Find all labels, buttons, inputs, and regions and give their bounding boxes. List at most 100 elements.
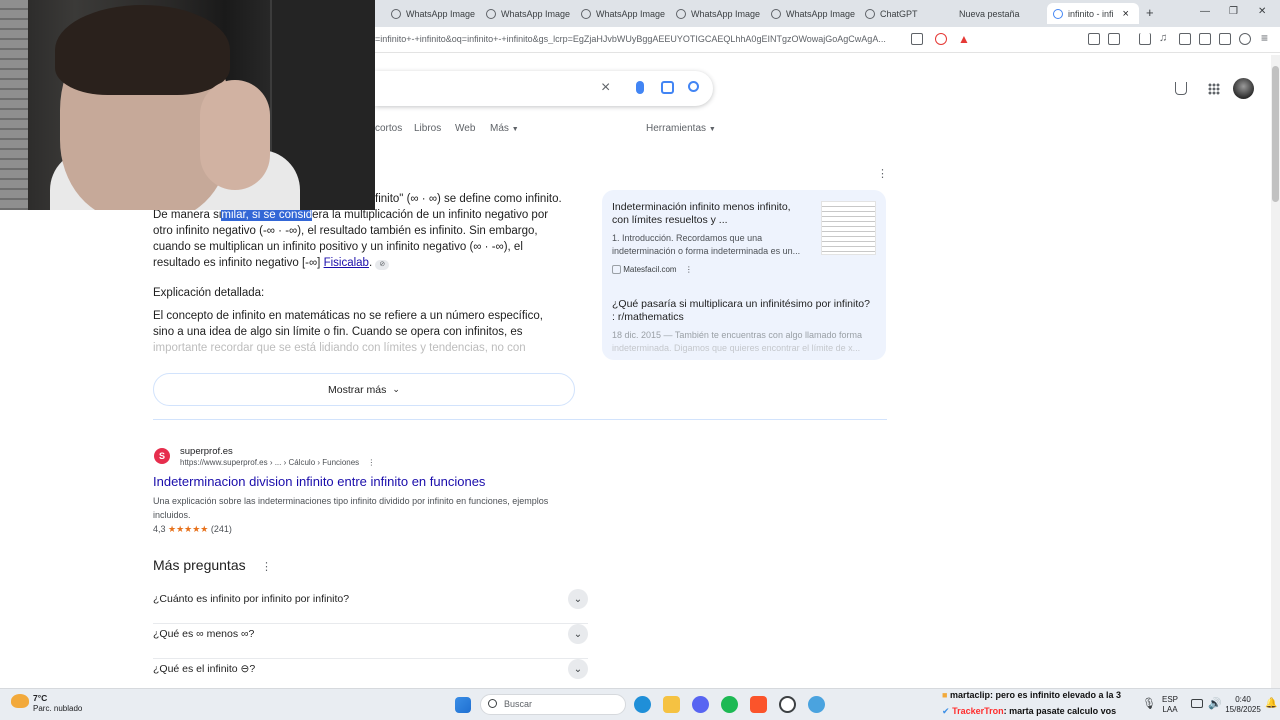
monitor-icon[interactable] <box>1191 699 1203 708</box>
chevron-down-icon[interactable]: ⌄ <box>568 589 588 609</box>
clock-date: 15/8/2025 <box>1225 705 1261 714</box>
tools-button[interactable]: Herramientas ▼ <box>646 123 716 134</box>
chevron-down-icon[interactable]: ⌄ <box>568 624 588 644</box>
brave-shield-icon[interactable] <box>935 33 947 45</box>
volume-icon[interactable]: 🔊 <box>1208 697 1222 710</box>
text-segment: De manera si <box>153 209 222 221</box>
lang-primary: ESP <box>1162 695 1179 704</box>
more-questions-heading: Más preguntas <box>153 557 246 573</box>
chevron-down-icon: ⌄ <box>392 384 400 394</box>
brave-rewards-icon[interactable]: ▲ <box>958 32 970 46</box>
result-breadcrumb[interactable]: https://www.superprof.es › ... › Cálculo… <box>180 458 375 467</box>
nav-videos-cortos[interactable]: cortos <box>375 123 402 134</box>
tab-label: infinito - infi <box>1068 8 1114 19</box>
notification-bell-icon[interactable]: 🔔 <box>1265 698 1277 709</box>
question-text: ¿Qué es el infinito ⊖? <box>153 663 256 675</box>
more-options-icon[interactable]: ⋮ <box>685 265 693 274</box>
menu-icon[interactable]: ≡ <box>1261 31 1268 45</box>
show-more-label: Mostrar más <box>328 383 387 396</box>
tab-new[interactable]: Nueva pestaña <box>953 3 1045 24</box>
shield-icon[interactable] <box>1239 33 1251 45</box>
person-hand <box>200 80 270 190</box>
more-options-icon[interactable]: ⋮ <box>367 458 375 467</box>
minimize-icon[interactable]: — <box>1200 6 1210 17</box>
weather-temp[interactable]: 7°C <box>33 693 47 703</box>
restore-icon[interactable]: ❐ <box>1229 6 1238 17</box>
nav-libros[interactable]: Libros <box>414 123 441 134</box>
edge-icon[interactable] <box>634 696 651 713</box>
screenshot-icon[interactable] <box>1108 33 1120 45</box>
show-more-button[interactable]: Mostrar más ⌄ <box>153 373 575 406</box>
chrome-icon[interactable] <box>779 696 796 713</box>
wallet-icon[interactable] <box>1199 33 1211 45</box>
globe-icon <box>771 8 781 19</box>
source-card-2[interactable]: ¿Qué pasaría si multiplicara un infinité… <box>612 298 882 355</box>
search-icon <box>488 699 497 708</box>
microphone-icon[interactable] <box>636 81 644 94</box>
tab-whatsapp-2[interactable]: WhatsApp Image <box>480 3 572 24</box>
vpn-icon[interactable] <box>1219 33 1231 45</box>
result-title-link[interactable]: Indeterminacion division infinito entre … <box>153 474 485 489</box>
network-app-icon[interactable] <box>808 696 825 713</box>
taskbar-search-input[interactable]: Buscar <box>480 694 626 715</box>
detail-line3-faded: importante recordar que se está lidiando… <box>153 342 526 354</box>
share-icon[interactable] <box>911 33 923 45</box>
avatar[interactable] <box>1233 78 1254 99</box>
lang-secondary: LAA <box>1162 705 1178 714</box>
lens-icon[interactable] <box>661 81 674 94</box>
scrollbar-thumb[interactable] <box>1272 66 1279 202</box>
download-icon[interactable] <box>1139 33 1151 45</box>
weather-icon[interactable] <box>11 694 29 708</box>
clock-time: 0:40 <box>1235 695 1251 704</box>
wall-texture <box>0 0 28 210</box>
microphone-icon[interactable]: 🎙 <box>1142 697 1156 710</box>
question-item[interactable]: ¿Qué es ∞ menos ∞? ⌄ <box>153 624 588 659</box>
nav-mas[interactable]: Más ▼ <box>490 123 519 134</box>
chat-badge-icon: ■ <box>942 690 948 700</box>
more-options-icon[interactable]: ⋮ <box>877 167 888 180</box>
new-tab-button[interactable]: + <box>1146 5 1154 20</box>
caret-down-icon: ▼ <box>511 126 519 133</box>
card-title-line2: : r/mathematics <box>612 311 684 323</box>
result-site[interactable]: superprof.es <box>180 446 233 457</box>
apps-grid-icon[interactable] <box>1208 83 1220 95</box>
file-explorer-icon[interactable] <box>663 696 680 713</box>
tab-label: WhatsApp Image <box>501 8 571 19</box>
brave-icon[interactable] <box>750 696 767 713</box>
extension-icon[interactable] <box>1088 33 1100 45</box>
tab-label: WhatsApp Image <box>786 8 856 19</box>
card-snippet-line1: 18 dic. 2015 — También te encuentras con… <box>612 330 862 340</box>
tab-whatsapp-3[interactable]: WhatsApp Image <box>575 3 667 24</box>
link-icon[interactable]: ⊘ <box>375 260 390 270</box>
address-bar[interactable]: =infinito+-+infinito&oq=infinito+-+infin… <box>375 34 900 44</box>
close-window-icon[interactable]: ✕ <box>1258 6 1266 17</box>
chevron-down-icon[interactable]: ⌄ <box>568 659 588 679</box>
section-divider <box>153 419 887 420</box>
tab-whatsapp-4[interactable]: WhatsApp Image <box>670 3 762 24</box>
labs-icon[interactable] <box>1175 82 1187 95</box>
sidebar-icon[interactable] <box>1179 33 1191 45</box>
close-icon[interactable]: × <box>1123 8 1129 20</box>
clear-icon[interactable]: × <box>601 79 610 97</box>
more-options-icon[interactable]: ⋮ <box>261 560 272 573</box>
tab-chatgpt[interactable]: ChatGPT <box>859 3 951 24</box>
webcam-overlay <box>0 0 375 210</box>
nav-web[interactable]: Web <box>455 123 475 134</box>
source-card-1[interactable]: Indeterminación infinito menos infinito,… <box>612 201 817 276</box>
windows-start-icon[interactable] <box>455 697 471 713</box>
globe-icon <box>486 8 496 19</box>
discord-icon[interactable] <box>692 696 709 713</box>
clock[interactable]: 0:40 15/8/2025 <box>1223 695 1263 715</box>
tab-label: ChatGPT <box>880 8 918 19</box>
globe-icon <box>676 8 686 19</box>
spotify-icon[interactable] <box>721 696 738 713</box>
source-link[interactable]: Fisicalab <box>324 257 369 269</box>
question-item[interactable]: ¿Cuánto es infinito por infinito por inf… <box>153 589 588 624</box>
tab-whatsapp-5[interactable]: WhatsApp Image <box>765 3 857 24</box>
tab-google-active[interactable]: infinito - infi × <box>1047 3 1139 24</box>
weather-desc[interactable]: Parc. nublado <box>33 704 82 713</box>
music-icon[interactable]: ♫ <box>1159 32 1167 44</box>
search-icon[interactable] <box>688 81 699 92</box>
language-indicator[interactable]: ESP LAA <box>1162 695 1178 715</box>
tab-whatsapp-1[interactable]: WhatsApp Image <box>385 3 477 24</box>
